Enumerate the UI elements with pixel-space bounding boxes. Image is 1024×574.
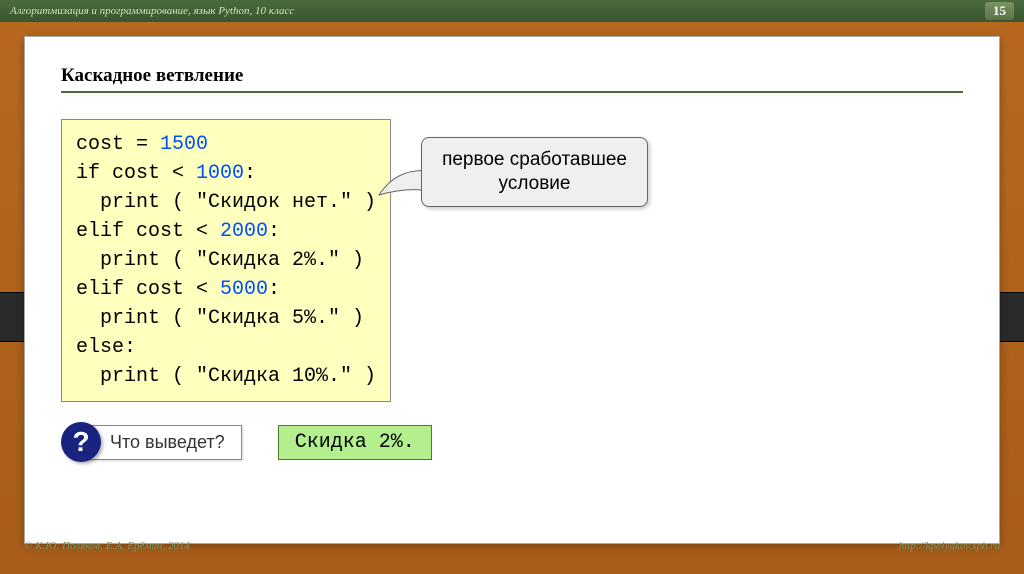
wood-background: Каскадное ветвление cost = 1500 if cost … — [0, 22, 1024, 554]
answer-box: Скидка 2%. — [278, 425, 432, 460]
slide: Каскадное ветвление cost = 1500 if cost … — [24, 36, 1000, 544]
right-clip — [998, 292, 1024, 342]
question-block: ? Что выведет? — [61, 422, 242, 462]
question-label: Что выведет? — [83, 425, 242, 460]
subject-title: Алгоритмизация и программирование, язык … — [10, 5, 294, 17]
question-mark-icon: ? — [61, 422, 101, 462]
slide-title: Каскадное ветвление — [61, 65, 963, 87]
title-rule — [61, 91, 963, 93]
footer-left: © К.Ю. Поляков, Е.А. Ерёмин, 2014 — [24, 540, 190, 552]
page-number: 15 — [985, 2, 1014, 20]
header-bar: Алгоритмизация и программирование, язык … — [0, 0, 1024, 22]
callout-line1: первое сработавшее — [442, 149, 627, 170]
footer-right: http://kpolyakov.spb.ru — [899, 540, 1000, 552]
left-clip — [0, 292, 26, 342]
bottom-row: ? Что выведет? Скидка 2%. — [61, 422, 963, 462]
footer: © К.Ю. Поляков, Е.А. Ерёмин, 2014 http:/… — [24, 540, 1000, 552]
callout: первое сработавшее условие — [421, 137, 648, 207]
callout-wrap: первое сработавшее условие — [421, 137, 648, 207]
callout-line2: условие — [499, 173, 571, 194]
code-box: cost = 1500 if cost < 1000: print ( "Ски… — [61, 119, 391, 402]
content-row: cost = 1500 if cost < 1000: print ( "Ски… — [61, 119, 963, 402]
